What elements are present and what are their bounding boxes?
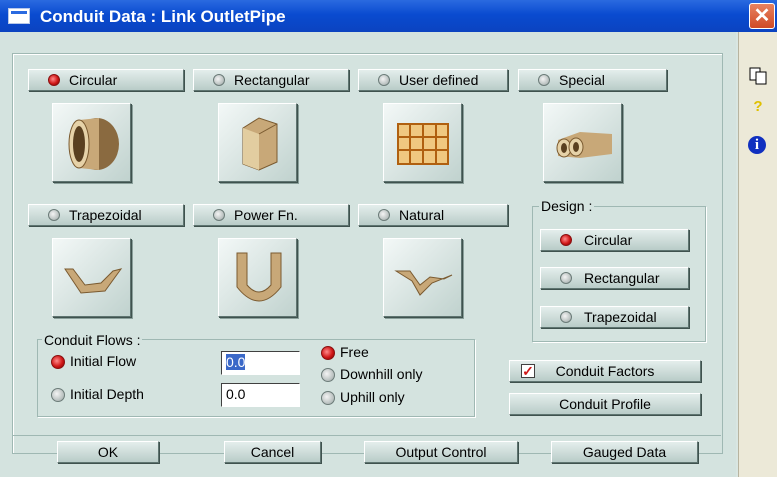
- initial-depth-label: Initial Depth: [70, 386, 144, 402]
- radio-indicator: [538, 74, 550, 86]
- initial-flow-label: Initial Flow: [70, 353, 137, 369]
- dialog-body: Circular Rectangular User defined Specia…: [0, 32, 736, 477]
- gauged-data-button[interactable]: Gauged Data: [551, 441, 698, 463]
- close-button[interactable]: ✕: [749, 3, 775, 29]
- radio-indicator: [378, 209, 390, 221]
- design-trapezoidal-radio[interactable]: Trapezoidal: [540, 306, 689, 328]
- window-title: Conduit Data : Link OutletPipe: [40, 7, 286, 26]
- help-icon[interactable]: ?: [748, 98, 768, 118]
- radio-indicator: [48, 74, 60, 86]
- shape-power-fn-radio[interactable]: Power Fn.: [193, 204, 349, 226]
- shape-special-radio[interactable]: Special: [518, 69, 667, 91]
- right-toolbar: ? i: [738, 32, 777, 477]
- rectangular-pipe-icon: [242, 117, 278, 171]
- power-channel-icon: [236, 252, 282, 302]
- shape-rectangular-label: Rectangular: [234, 72, 310, 88]
- conduit-factors-checkbox[interactable]: ✓: [521, 364, 535, 378]
- shape-special-label: Special: [559, 72, 605, 88]
- initial-flow-input[interactable]: 0.0: [221, 351, 300, 375]
- divider: [12, 435, 721, 436]
- initial-depth-input[interactable]: 0.0: [221, 383, 300, 407]
- initial-depth-radio[interactable]: [51, 388, 65, 402]
- design-group-label: Design :: [539, 198, 595, 214]
- shape-rectangular-radio[interactable]: Rectangular: [193, 69, 349, 91]
- shape-special-image-button[interactable]: [543, 103, 622, 182]
- natural-channel-icon: [394, 270, 453, 296]
- shape-trapezoidal-label: Trapezoidal: [69, 207, 142, 223]
- design-circular-label: Circular: [584, 232, 633, 248]
- conduit-profile-label: Conduit Profile: [559, 396, 651, 412]
- shape-natural-radio[interactable]: Natural: [358, 204, 508, 226]
- radio-indicator: [560, 234, 572, 246]
- initial-flow-value: 0.0: [226, 354, 246, 370]
- design-circular-radio[interactable]: Circular: [540, 229, 689, 251]
- flow-uphill-radio[interactable]: [321, 391, 335, 405]
- design-trapezoidal-label: Trapezoidal: [584, 309, 657, 325]
- copy-icon[interactable]: [748, 66, 768, 86]
- flow-downhill-label: Downhill only: [340, 366, 423, 382]
- design-rectangular-radio[interactable]: Rectangular: [540, 267, 689, 289]
- window-icon: [8, 8, 30, 24]
- shape-trapezoidal-radio[interactable]: Trapezoidal: [28, 204, 184, 226]
- flow-uphill-label: Uphill only: [340, 389, 405, 405]
- conduit-flows-label: Conduit Flows :: [42, 332, 143, 348]
- special-pipe-icon: [556, 132, 612, 158]
- conduit-factors-button[interactable]: ✓ Conduit Factors: [509, 360, 701, 382]
- radio-indicator: [213, 74, 225, 86]
- shape-trapezoidal-image-button[interactable]: [52, 238, 131, 317]
- radio-indicator: [560, 272, 572, 284]
- shape-user-defined-label: User defined: [399, 72, 479, 88]
- title-bar: Conduit Data : Link OutletPipe ✕: [0, 0, 777, 32]
- output-control-button[interactable]: Output Control: [364, 441, 518, 463]
- initial-depth-value: 0.0: [226, 386, 246, 402]
- radio-indicator: [213, 209, 225, 221]
- ok-button[interactable]: OK: [57, 441, 159, 463]
- conduit-profile-button[interactable]: Conduit Profile: [509, 393, 701, 415]
- shape-user-defined-radio[interactable]: User defined: [358, 69, 508, 91]
- design-rectangular-label: Rectangular: [584, 270, 660, 286]
- grid-shape-icon: [397, 123, 449, 165]
- radio-indicator: [560, 311, 572, 323]
- conduit-factors-label: Conduit Factors: [555, 363, 655, 379]
- radio-indicator: [48, 209, 60, 221]
- flow-downhill-radio[interactable]: [321, 368, 335, 382]
- shape-circular-image-button[interactable]: [52, 103, 131, 182]
- shape-user-defined-image-button[interactable]: [383, 103, 462, 182]
- shape-rectangular-image-button[interactable]: [218, 103, 297, 182]
- flow-free-radio[interactable]: [321, 346, 335, 360]
- cancel-button[interactable]: Cancel: [224, 441, 321, 463]
- initial-flow-radio[interactable]: [51, 355, 65, 369]
- circular-pipe-icon: [68, 118, 119, 170]
- info-icon[interactable]: i: [748, 136, 766, 154]
- shape-circular-radio[interactable]: Circular: [28, 69, 184, 91]
- shape-natural-label: Natural: [399, 207, 445, 223]
- shape-power-fn-label: Power Fn.: [234, 207, 298, 223]
- flow-free-label: Free: [340, 344, 369, 360]
- shape-power-fn-image-button[interactable]: [218, 238, 297, 317]
- radio-indicator: [378, 74, 390, 86]
- shape-circular-label: Circular: [69, 72, 118, 88]
- shape-natural-image-button[interactable]: [383, 238, 462, 317]
- trapezoidal-channel-icon: [64, 268, 123, 294]
